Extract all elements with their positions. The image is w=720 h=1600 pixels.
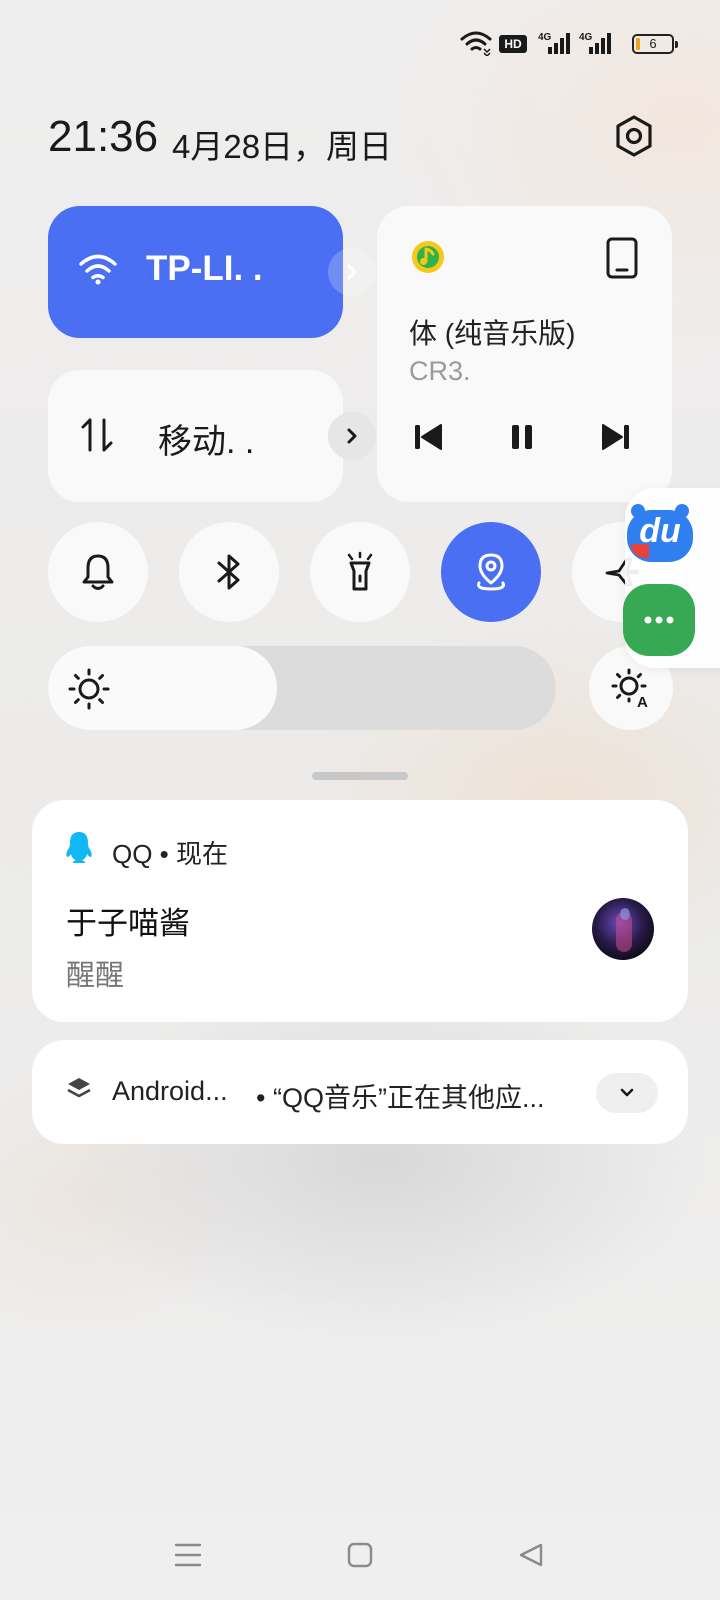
chevron-right-icon [347,264,357,280]
qq-music-icon [412,241,444,273]
flashlight-icon [347,551,373,591]
chat-app-icon[interactable] [623,584,695,656]
notification-text: 醒醒 [66,960,125,992]
avatar [592,898,654,960]
bluetooth-icon [217,554,240,590]
location-toggle[interactable] [441,522,541,622]
mobile-data-details-button[interactable] [328,412,376,460]
next-icon[interactable] [601,422,631,452]
notification-app-name: QQ • 现在 [112,839,228,869]
back-icon[interactable] [518,1542,544,1568]
auto-brightness-icon: A [611,668,648,708]
expand-button[interactable] [596,1073,658,1113]
signal-4g-icon: 4G [579,32,613,56]
media-title: 体 (纯音乐版) [409,318,576,349]
location-icon [477,553,505,591]
chevron-down-icon [620,1088,634,1097]
battery-icon: 6 [632,34,678,54]
bell-icon [82,554,114,590]
floating-app-dock: du [623,488,720,668]
wifi-icon [460,31,492,56]
signal-4g-icon: 4G [538,32,572,56]
panel-drag-handle[interactable] [312,772,408,780]
bluetooth-toggle[interactable] [179,522,279,622]
settings-hex-icon [616,115,652,157]
notification-qq[interactable]: QQ • 现在 于子喵酱 醒醒 [32,800,688,1022]
previous-icon[interactable] [413,422,443,452]
chevron-right-icon [347,428,357,444]
baidu-du-icon[interactable]: du [627,504,693,564]
clock-time: 21:36 [48,112,159,161]
brightness-sun-icon [68,668,110,710]
media-artist: CR3. [409,356,471,386]
battery-level: 6 [649,36,657,51]
home-icon[interactable] [347,1542,373,1568]
media-player-tile[interactable]: 体 (纯音乐版) CR3. [377,206,672,502]
menu-icon[interactable] [174,1542,202,1568]
flashlight-toggle[interactable] [310,522,410,622]
clock-date: 4月28日，周日 [172,128,393,165]
wifi-icon [79,254,117,285]
mobile-data-label: 移动. . [158,423,255,461]
pause-icon[interactable] [507,422,537,452]
wifi-network-label: TP-LI. . [146,249,263,288]
wifi-details-button[interactable] [328,248,376,296]
brightness-slider[interactable] [48,646,556,730]
notification-text: • “QQ音乐”正在其他应... [256,1083,545,1113]
notification-app-name: Android... [112,1076,228,1106]
qq-penguin-icon [66,832,92,863]
settings-button[interactable] [612,114,656,158]
svg-text:A: A [637,694,648,708]
mobile-data-tile[interactable]: 移动. . [48,370,376,502]
layers-icon [67,1078,91,1098]
wifi-tile[interactable]: TP-LI. . [48,206,376,338]
status-bar: HD 4G 4G 6 [0,24,720,64]
hd-icon: HD [499,35,527,53]
notification-title: 于子喵酱 [66,906,190,941]
notification-android-system[interactable]: Android... • “QQ音乐”正在其他应... [32,1040,688,1144]
sound-toggle[interactable] [48,522,148,622]
data-arrows-icon [81,418,113,452]
phone-output-icon[interactable] [605,236,639,280]
